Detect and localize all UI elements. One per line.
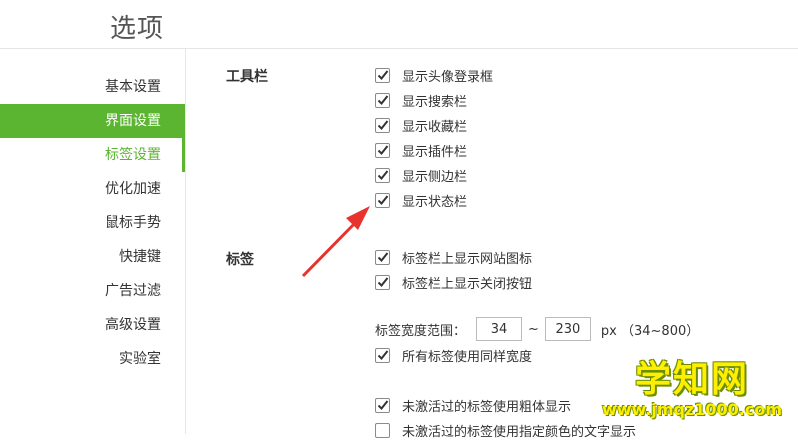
- tabs-section-title: 标签: [226, 252, 254, 268]
- sidebar-item-adblock[interactable]: 广告过滤: [0, 274, 186, 308]
- sidebar-item-tabs[interactable]: 标签设置: [0, 138, 186, 172]
- checkbox-checked-icon[interactable]: [375, 192, 390, 208]
- option-label: 标签栏上显示网站图标: [402, 251, 533, 267]
- option-label: 显示收藏栏: [402, 119, 468, 135]
- sidebar-divider: [185, 49, 186, 434]
- tab-width-max-input[interactable]: [544, 317, 591, 341]
- option-show-plugin-bar[interactable]: 显示插件栏: [375, 140, 467, 160]
- checkbox-checked-icon[interactable]: [375, 92, 390, 108]
- sidebar-item-lab[interactable]: 实验室: [0, 342, 186, 376]
- option-show-site-icon[interactable]: 标签栏上显示网站图标: [375, 247, 532, 267]
- tab-width-unit: px （34~800）: [600, 323, 700, 339]
- tab-width-min-input[interactable]: [476, 317, 523, 341]
- checkbox-checked-icon[interactable]: [375, 117, 390, 133]
- tab-width-separator: ~: [528, 321, 539, 337]
- option-label: 显示头像登录框: [402, 69, 494, 85]
- sidebar-item-interface[interactable]: 界面设置: [0, 104, 186, 138]
- watermark-title: 学知网: [634, 359, 749, 400]
- option-label: 显示状态栏: [402, 194, 468, 210]
- sidebar: 基本设置 界面设置 标签设置 优化加速 鼠标手势 快捷键 广告过滤 高级设置 实…: [0, 70, 186, 376]
- option-show-favorites-bar[interactable]: 显示收藏栏: [375, 115, 467, 135]
- option-label: 未激活过的标签使用粗体显示: [402, 399, 572, 415]
- tab-width-label: 标签宽度范围：: [375, 323, 467, 339]
- option-show-side-bar[interactable]: 显示侧边栏: [375, 165, 467, 185]
- option-label: 未激活过的标签使用指定颜色的文字显示: [402, 424, 637, 440]
- checkbox-checked-icon[interactable]: [375, 142, 390, 158]
- page-title: 选项: [110, 14, 165, 44]
- watermark: 学知网 www.jmqz1000.com: [592, 360, 792, 420]
- option-label: 显示侧边栏: [402, 169, 468, 185]
- checkbox-checked-icon[interactable]: [375, 249, 390, 265]
- sidebar-item-optimize[interactable]: 优化加速: [0, 172, 186, 206]
- sidebar-item-mouse-gesture[interactable]: 鼠标手势: [0, 206, 186, 240]
- option-label: 所有标签使用同样宽度: [402, 349, 533, 365]
- checkbox-unchecked-icon[interactable]: [375, 422, 390, 438]
- checkbox-checked-icon[interactable]: [375, 397, 390, 413]
- sidebar-item-shortcuts[interactable]: 快捷键: [0, 240, 186, 274]
- sidebar-item-basic[interactable]: 基本设置: [0, 70, 186, 104]
- checkbox-checked-icon[interactable]: [375, 67, 390, 83]
- tab-width-range: 标签宽度范围： ~ px （34~800）: [375, 316, 699, 342]
- header-divider: [0, 48, 798, 49]
- option-bold-inactive[interactable]: 未激活过的标签使用粗体显示: [375, 395, 571, 415]
- checkbox-checked-icon[interactable]: [375, 167, 390, 183]
- option-show-search-bar[interactable]: 显示搜索栏: [375, 90, 467, 110]
- option-same-width[interactable]: 所有标签使用同样宽度: [375, 345, 532, 365]
- option-show-close-button[interactable]: 标签栏上显示关闭按钮: [375, 272, 532, 292]
- option-label: 显示搜索栏: [402, 94, 468, 110]
- watermark-url: www.jmqz1000.com: [601, 400, 783, 419]
- toolbar-section-title: 工具栏: [226, 69, 268, 85]
- option-label: 标签栏上显示关闭按钮: [402, 276, 533, 292]
- sidebar-item-advanced[interactable]: 高级设置: [0, 308, 186, 342]
- option-show-status-bar[interactable]: 显示状态栏: [375, 190, 467, 210]
- option-show-avatar-login[interactable]: 显示头像登录框: [375, 65, 493, 85]
- checkbox-checked-icon[interactable]: [375, 347, 390, 363]
- option-label: 显示插件栏: [402, 144, 468, 160]
- option-custom-color[interactable]: 未激活过的标签使用指定颜色的文字显示: [375, 420, 636, 440]
- checkbox-checked-icon[interactable]: [375, 274, 390, 290]
